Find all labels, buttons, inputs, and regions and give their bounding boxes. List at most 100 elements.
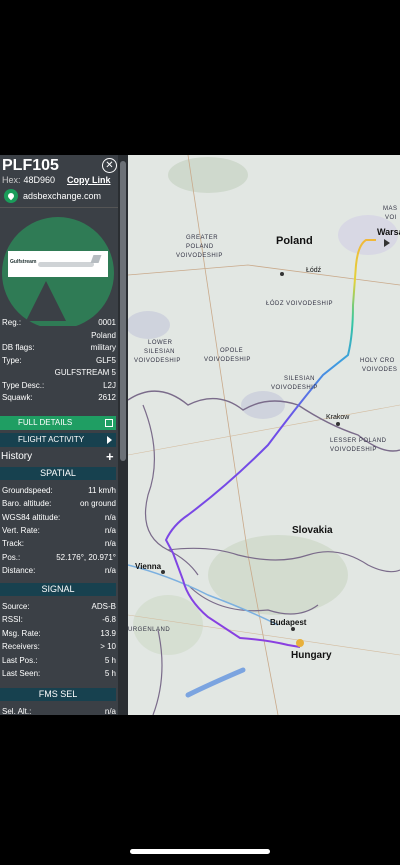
scrollbar-thumb[interactable] (120, 161, 126, 461)
info-value: L2J (103, 380, 116, 390)
external-link-icon (105, 419, 113, 427)
region-label: VOIVODES (362, 367, 398, 373)
info-key: Squawk: (2, 393, 33, 402)
info-value: n/a (104, 512, 116, 522)
info-row: Poland (2, 331, 116, 340)
info-row: RSSI: -6.8 (2, 615, 116, 624)
info-key: Last Pos.: (2, 655, 38, 665)
info-value: 5 h (104, 669, 116, 678)
full-details-label: FULL DETAILS (18, 418, 73, 427)
jet-body (38, 262, 94, 267)
plus-icon[interactable]: + (106, 449, 114, 464)
lake-balaton (185, 667, 246, 698)
info-key: Groundspeed: (2, 486, 53, 495)
flight-activity-label: FLIGHT ACTIVITY (18, 435, 85, 444)
info-value: 13.9 (100, 628, 116, 638)
spatial-header: SPATIAL (0, 467, 116, 480)
divider (0, 207, 118, 208)
info-key: Sel. Alt.: (2, 707, 32, 715)
callsign: PLF105 (2, 157, 59, 174)
city-dot (336, 422, 340, 426)
info-row: Baro. altitude: on ground (2, 499, 116, 508)
info-value: 11 km/h (88, 486, 116, 495)
info-row: Sel. Alt.: n/a (2, 707, 116, 715)
city-dot (291, 627, 295, 631)
aircraft-photo[interactable]: Gulfstream (0, 211, 118, 326)
close-icon[interactable]: ✕ (102, 158, 117, 173)
info-value: GLF5 (95, 355, 116, 365)
info-key: Source: (2, 602, 30, 611)
full-details-button[interactable]: FULL DETAILS (0, 416, 116, 430)
map-label-slovakia: Slovakia (292, 525, 333, 536)
city-dot (280, 272, 284, 276)
aircraft-image: Gulfstream (8, 251, 108, 277)
urban-area (128, 311, 170, 339)
info-value: GULFSTREAM 5 (54, 368, 116, 377)
flight-start-marker (296, 639, 304, 647)
info-key: RSSI: (2, 615, 23, 625)
info-key: Baro. altitude: (2, 499, 52, 509)
info-value: -6.8 (102, 615, 116, 625)
app-screen: PLF105 ✕ Hex: 48D960 Copy Link adsbexchan… (0, 155, 400, 715)
info-row: Reg.: 0001 (2, 318, 116, 327)
info-key: WGS84 altitude: (2, 512, 61, 522)
info-key: Msg. Rate: (2, 628, 41, 638)
copy-link[interactable]: Copy Link (67, 175, 111, 185)
info-row: Groundspeed: 11 km/h (2, 486, 116, 495)
info-key: Track: (2, 539, 24, 549)
info-value: n/a (104, 525, 116, 535)
region-label: VOIVODESHIP (134, 358, 181, 364)
signal-header: SIGNAL (0, 583, 116, 596)
info-row: WGS84 altitude: n/a (2, 513, 116, 522)
terrain (168, 157, 248, 193)
city-dot (161, 570, 165, 574)
info-key: Distance: (2, 565, 36, 575)
hex-row: Hex: 48D960 (2, 175, 55, 185)
region-label: URGENLAND (128, 627, 171, 633)
play-arrow-icon (107, 436, 112, 444)
info-row: DB flags: military (2, 343, 116, 352)
region-label: MAS (383, 206, 398, 212)
region-label: LESSER POLAND (330, 438, 387, 444)
history-label: History (1, 451, 33, 462)
info-key: Vert. Rate: (2, 525, 40, 535)
info-row: GULFSTREAM 5 (2, 368, 116, 377)
info-row: Source: ADS-B (2, 602, 116, 611)
info-key: Receivers: (2, 642, 40, 652)
map-label-budapest: Budapest (270, 618, 307, 627)
region-label: ŁÓDZ VOIVODESHIP (266, 301, 334, 307)
hex-value: 48D960 (23, 175, 56, 185)
region-label: LOWER (148, 340, 173, 346)
info-value: > 10 (100, 642, 116, 652)
info-key: Pos.: (2, 552, 21, 562)
fms-header: FMS SEL (0, 688, 116, 701)
info-key: Reg.: (2, 318, 22, 327)
region-label: OPOLE (220, 348, 244, 354)
info-row: Msg. Rate: 13.9 (2, 629, 116, 638)
region-label: POLAND (186, 244, 214, 250)
map-label-krakow: Krakow (326, 414, 350, 421)
info-row: Distance: n/a (2, 566, 116, 575)
flight-activity-button[interactable]: FLIGHT ACTIVITY (0, 433, 116, 447)
sidebar-scrollbar[interactable] (118, 155, 128, 715)
home-indicator[interactable] (130, 849, 270, 854)
source-link[interactable]: adsbexchange.com (4, 189, 101, 203)
info-key: Type Desc.: (2, 380, 45, 390)
terrain (133, 595, 203, 655)
jet-tail (90, 255, 102, 263)
info-row: Type Desc.: L2J (2, 381, 116, 390)
info-row: Track: n/a (2, 539, 116, 548)
info-row: Receivers: > 10 (2, 642, 116, 651)
map-label-hungary: Hungary (291, 650, 332, 661)
info-value: Poland (91, 330, 116, 340)
aircraft-info-panel: PLF105 ✕ Hex: 48D960 Copy Link adsbexchan… (0, 155, 118, 715)
photo-brand: Gulfstream (10, 259, 37, 265)
map-view[interactable]: Poland Warsa Łódź Krakow Slovakia Vienna… (128, 155, 400, 715)
region-label: VOI (385, 215, 397, 221)
region-label: VOIVODESHIP (330, 447, 377, 453)
info-key: Type: (2, 355, 22, 365)
info-value: n/a (104, 539, 116, 549)
region-label: SILESIAN (144, 349, 176, 355)
urban-area (241, 391, 285, 419)
map-label-poland: Poland (276, 235, 313, 247)
